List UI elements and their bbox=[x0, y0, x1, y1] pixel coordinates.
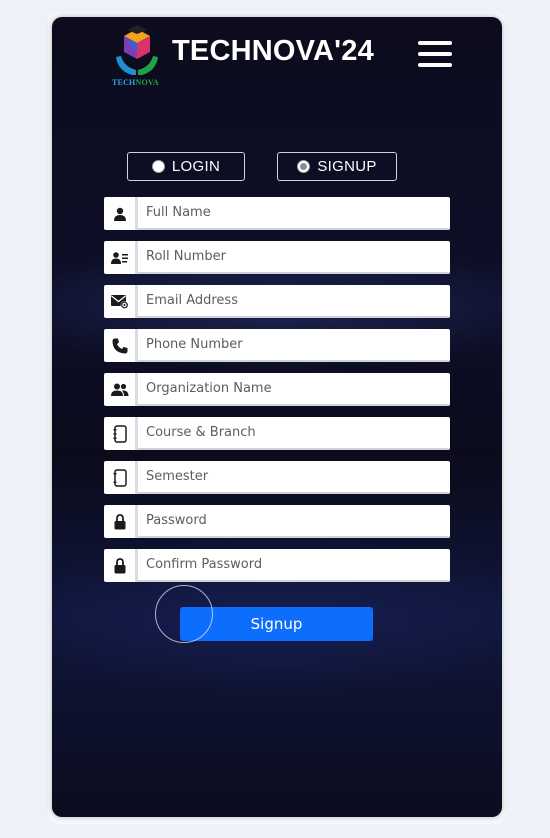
roll-number-input[interactable] bbox=[138, 241, 450, 274]
password-field bbox=[104, 505, 450, 538]
roll-number-field bbox=[104, 241, 450, 274]
notebook-icon bbox=[104, 461, 138, 494]
lock-icon bbox=[104, 549, 138, 582]
book-icon bbox=[104, 417, 138, 450]
signup-panel: TECHNOVA TECHNOVA'24 LOGIN SIGNUP Full N… bbox=[52, 17, 502, 817]
logo-text: TECHNOVA bbox=[112, 78, 159, 87]
full-name-input[interactable] bbox=[138, 197, 450, 230]
hamburger-menu-icon[interactable] bbox=[418, 41, 454, 67]
course-branch-field bbox=[104, 417, 450, 450]
signup-button[interactable]: Signup bbox=[180, 607, 373, 641]
full-name-field bbox=[104, 197, 450, 230]
phone-input[interactable] bbox=[138, 329, 450, 362]
semester-field bbox=[104, 461, 450, 494]
signup-radio[interactable] bbox=[297, 160, 311, 173]
users-icon bbox=[104, 373, 138, 406]
phone-field bbox=[104, 329, 450, 362]
email-field bbox=[104, 285, 450, 318]
login-toggle-label: LOGIN bbox=[171, 158, 221, 175]
id-card-icon bbox=[104, 241, 138, 274]
signup-toggle-label: SIGNUP bbox=[317, 158, 377, 175]
login-toggle[interactable]: LOGIN bbox=[127, 152, 245, 181]
semester-input[interactable] bbox=[138, 461, 450, 494]
email-input[interactable] bbox=[138, 285, 450, 318]
phone-icon bbox=[104, 329, 138, 362]
organization-field bbox=[104, 373, 450, 406]
login-radio[interactable] bbox=[151, 160, 165, 173]
confirm-password-input[interactable] bbox=[138, 549, 450, 582]
technova-logo[interactable]: TECHNOVA bbox=[110, 23, 164, 89]
envelope-at-icon bbox=[104, 285, 138, 318]
password-input[interactable] bbox=[138, 505, 450, 538]
confirm-password-field bbox=[104, 549, 450, 582]
organization-input[interactable] bbox=[138, 373, 450, 406]
brand-title: TECHNOVA'24 bbox=[172, 35, 374, 67]
signup-toggle[interactable]: SIGNUP bbox=[277, 152, 397, 181]
logo-emblem-icon bbox=[116, 25, 158, 75]
course-branch-input[interactable] bbox=[138, 417, 450, 450]
user-icon bbox=[104, 197, 138, 230]
lock-icon bbox=[104, 505, 138, 538]
